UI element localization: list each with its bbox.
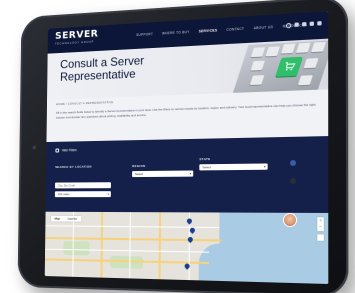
filter-icon <box>55 149 59 153</box>
nav-icons <box>286 21 322 28</box>
map-road <box>129 212 131 278</box>
nav-link-contact[interactable]: CONTACT <box>226 27 244 32</box>
keyboard-key <box>281 43 296 53</box>
keyboard-key <box>298 75 313 85</box>
state-select[interactable]: Select ▾ <box>199 163 267 170</box>
map-tab-map[interactable]: Map <box>51 216 64 222</box>
nav-link-support[interactable]: SUPPORT <box>136 32 153 37</box>
keyboard-key <box>311 42 326 52</box>
fullscreen-icon[interactable] <box>317 234 324 241</box>
tablet-screen: SERVER TECHNOLOGY GROUP SUPPORT WHERE TO… <box>45 11 329 284</box>
shopping-cart-icon <box>282 61 296 71</box>
map-pin-icon[interactable] <box>186 217 193 224</box>
intro-paragraph: Fill in the search fields below to ident… <box>56 102 317 119</box>
search-icon[interactable] <box>286 23 291 29</box>
distance-select-value: 100 miles <box>58 192 70 196</box>
state-label: STATE <box>199 157 210 161</box>
chevron-down-icon: ▾ <box>190 171 192 177</box>
location-input-placeholder: City, Zip Code <box>58 183 75 187</box>
keyboard-image <box>233 40 328 92</box>
chevron-down-icon: ▾ <box>107 191 108 197</box>
region-select[interactable]: Select ▾ <box>132 170 193 177</box>
avatar[interactable] <box>283 213 297 227</box>
page-title: Consult a Server Representative <box>60 51 204 83</box>
scroll-top-button[interactable] <box>290 178 296 184</box>
map-road <box>100 212 102 278</box>
keyboard-key <box>251 47 266 57</box>
map-park <box>110 256 143 269</box>
keyboard-key <box>250 75 265 85</box>
map-water <box>199 243 240 284</box>
map-road <box>159 212 161 279</box>
shopping-cart-key <box>275 57 303 77</box>
keyboard-key <box>250 61 265 71</box>
chevron-down-icon: ▾ <box>264 163 266 169</box>
breadcrumb[interactable]: HOME / CONSULT A REPRESENTATIVE <box>56 100 113 106</box>
tablet-device: SERVER TECHNOLOGY GROUP SUPPORT WHERE TO… <box>18 0 349 293</box>
location-input[interactable]: City, Zip Code <box>55 182 111 188</box>
state-select-value: Select <box>202 165 211 169</box>
map-type-tabs: Map Satellite <box>51 216 81 222</box>
chat-button[interactable] <box>290 160 296 166</box>
keyboard-key <box>296 43 311 53</box>
cart-icon[interactable] <box>302 22 306 26</box>
zoom-out-button[interactable]: − <box>317 224 324 230</box>
nav-link-about[interactable]: ABOUT US <box>254 25 274 30</box>
region-label: REGION <box>132 164 145 168</box>
keyboard-key <box>265 46 280 56</box>
hide-filters-toggle[interactable]: Hide Filters <box>55 148 76 152</box>
region-select-value: Select <box>135 172 143 176</box>
nav-links: SUPPORT WHERE TO BUY SERVICES CONTACT AB… <box>136 23 307 37</box>
keyboard-key <box>304 58 319 68</box>
nav-link-where-to-buy[interactable]: WHERE TO BUY <box>162 30 190 36</box>
filter-heading: Hide Filters <box>62 148 77 152</box>
logo[interactable]: SERVER TECHNOLOGY GROUP <box>55 29 98 46</box>
camera-icon <box>32 145 37 150</box>
globe-icon[interactable] <box>310 22 314 26</box>
nav-link-services[interactable]: SERVICES <box>199 28 218 33</box>
search-location-label: SEARCH BY LOCATION <box>55 165 91 169</box>
map-tab-satellite[interactable]: Satellite <box>64 216 81 222</box>
distance-select[interactable]: 100 miles ▾ <box>55 191 111 197</box>
user-icon[interactable] <box>295 22 299 26</box>
menu-icon[interactable] <box>317 21 321 25</box>
filter-panel: Hide Filters SEARCH BY LOCATION REGION S… <box>46 136 329 213</box>
product-photo: SERVER TECHNOLOGY GROUP SUPPORT WHERE TO… <box>0 0 355 293</box>
zoom-control[interactable]: + − <box>317 217 324 231</box>
